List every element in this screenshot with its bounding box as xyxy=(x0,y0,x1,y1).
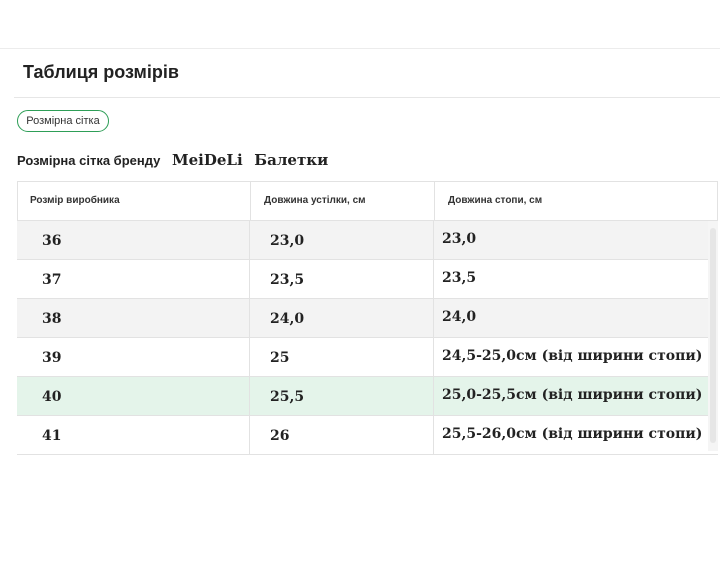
column-divider xyxy=(434,182,435,221)
cell-insole: 23,0 xyxy=(270,233,305,249)
column-divider xyxy=(249,299,250,338)
column-divider xyxy=(250,182,251,221)
cell-size: 40 xyxy=(42,389,62,405)
column-divider xyxy=(249,260,250,299)
table-scrollbar-thumb[interactable] xyxy=(710,228,716,443)
cell-size: 37 xyxy=(42,272,62,288)
cell-insole: 23,5 xyxy=(270,272,305,288)
column-divider xyxy=(433,260,434,299)
table-row: 38 24,0 24,0 xyxy=(17,299,718,338)
table-row: 39 25 24,5-25,0см (від ширини стопи) xyxy=(17,338,718,377)
header-manufacturer-size: Розмір виробника xyxy=(30,195,120,206)
tab-size-grid[interactable]: Розмірна сітка xyxy=(17,110,109,132)
cell-foot: 24,5-25,0см (від ширини стопи) xyxy=(442,348,703,364)
table-row: 37 23,5 23,5 xyxy=(17,260,718,299)
cell-insole: 25,5 xyxy=(270,389,305,405)
cell-foot: 24,0 xyxy=(442,309,477,325)
brand-name: MeiDeLi xyxy=(172,151,243,169)
page-title: Таблиця розмірів xyxy=(23,62,179,82)
cell-insole: 24,0 xyxy=(270,311,305,327)
cell-size: 36 xyxy=(42,233,62,249)
brand-kind: Балетки xyxy=(254,151,329,169)
top-divider xyxy=(0,48,720,49)
brand-heading: Розмірна сітка бренду MeiDeLi Балетки xyxy=(17,151,328,169)
header-insole-length: Довжина устілки, см xyxy=(264,195,366,206)
cell-size: 38 xyxy=(42,311,62,327)
brand-prefix: Розмірна сітка бренду xyxy=(17,153,161,168)
cell-foot: 23,5 xyxy=(442,270,477,286)
table-row-highlighted: 40 25,5 25,0-25,5см (від ширини стопи) xyxy=(17,377,718,416)
cell-insole: 25 xyxy=(270,350,290,366)
cell-foot: 23,0 xyxy=(442,231,477,247)
title-divider xyxy=(14,97,720,98)
cell-size: 39 xyxy=(42,350,62,366)
cell-insole: 26 xyxy=(270,428,290,444)
cell-foot: 25,5-26,0см (від ширини стопи) xyxy=(442,426,703,442)
table-row: 36 23,0 23,0 xyxy=(17,221,718,260)
table-row: 41 26 25,5-26,0см (від ширини стопи) xyxy=(17,416,718,455)
cell-size: 41 xyxy=(42,428,62,444)
size-table: Розмір виробника Довжина устілки, см Дов… xyxy=(17,181,718,455)
column-divider xyxy=(249,377,250,416)
column-divider xyxy=(249,416,250,455)
column-divider xyxy=(249,338,250,377)
table-header: Розмір виробника Довжина устілки, см Дов… xyxy=(17,181,718,221)
column-divider xyxy=(433,338,434,377)
cell-foot: 25,0-25,5см (від ширини стопи) xyxy=(442,387,703,403)
column-divider xyxy=(249,221,250,260)
column-divider xyxy=(433,377,434,416)
column-divider xyxy=(433,221,434,260)
header-foot-length: Довжина стопи, см xyxy=(448,195,543,206)
column-divider xyxy=(433,416,434,455)
column-divider xyxy=(433,299,434,338)
